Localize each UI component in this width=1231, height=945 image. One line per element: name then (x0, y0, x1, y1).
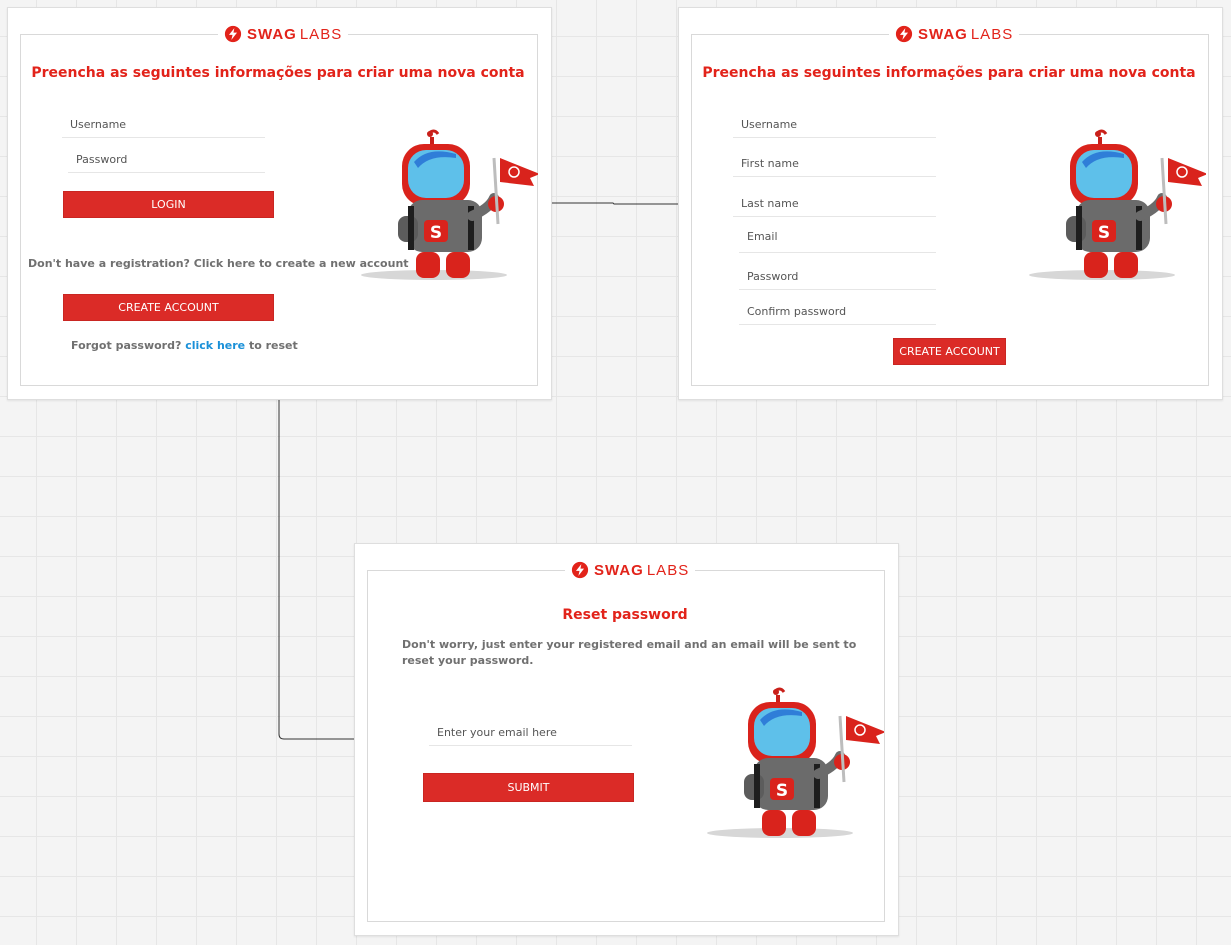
login-card: SWAG LABS Preencha as seguintes informaçõ… (7, 7, 552, 400)
last-name-input[interactable]: Last name (733, 197, 936, 217)
reset-password-card: SWAG LABS Reset password Don't worry, jus… (354, 543, 899, 936)
swaglabs-bolt-icon (895, 25, 913, 43)
create-account-button[interactable]: CREATE ACCOUNT (893, 338, 1006, 365)
first-name-input[interactable]: First name (733, 157, 936, 177)
reset-email-input[interactable]: Enter your email here (429, 726, 632, 746)
register-prompt[interactable]: Don't have a registration? Click here to… (28, 257, 409, 270)
swaglabs-bolt-icon (224, 25, 242, 43)
robot-mascot-with-flag-icon: S (1029, 129, 1206, 280)
forgot-suffix: to reset (248, 339, 298, 352)
register-card: SWAG LABS Preencha as seguintes informaçõ… (678, 7, 1223, 400)
logo-swag-text: SWAG (594, 561, 644, 579)
logo-swag-text: SWAG (918, 25, 968, 43)
svg-text:S: S (1098, 223, 1110, 243)
connector-login-to-reset (278, 399, 354, 740)
robot-mascot-with-flag-icon: S (707, 687, 884, 838)
email-input[interactable]: Email (739, 230, 936, 253)
forgot-password-link[interactable]: click here (185, 339, 245, 352)
svg-text:S: S (430, 223, 442, 243)
username-input[interactable]: Username (733, 118, 936, 138)
swaglabs-logo: SWAG LABS (218, 23, 349, 45)
password-input[interactable]: Password (68, 153, 265, 173)
create-account-button[interactable]: CREATE ACCOUNT (63, 294, 274, 321)
svg-text:S: S (776, 781, 788, 801)
confirm-password-input[interactable]: Confirm password (739, 305, 936, 325)
robot-mascot-with-flag-icon: S (361, 129, 538, 280)
logo-labs-text: LABS (646, 561, 690, 579)
register-title: Preencha as seguintes informações para c… (702, 65, 1196, 81)
login-title: Preencha as seguintes informações para c… (31, 65, 525, 81)
username-input[interactable]: Username (62, 118, 265, 138)
login-button[interactable]: LOGIN (63, 191, 274, 218)
submit-button[interactable]: SUBMIT (423, 773, 634, 802)
swaglabs-logo: SWAG LABS (565, 559, 696, 581)
password-input[interactable]: Password (739, 270, 936, 290)
forgot-prefix: Forgot password? (71, 339, 182, 352)
logo-labs-text: LABS (970, 25, 1014, 43)
swaglabs-logo: SWAG LABS (889, 23, 1020, 45)
logo-labs-text: LABS (299, 25, 343, 43)
reset-title: Reset password (562, 607, 688, 623)
reset-description: Don't worry, just enter your registered … (402, 638, 857, 667)
connector-login-to-register (551, 202, 678, 205)
forgot-password-row: Forgot password? click here to reset (71, 339, 298, 352)
swaglabs-bolt-icon (571, 561, 589, 579)
logo-swag-text: SWAG (247, 25, 297, 43)
